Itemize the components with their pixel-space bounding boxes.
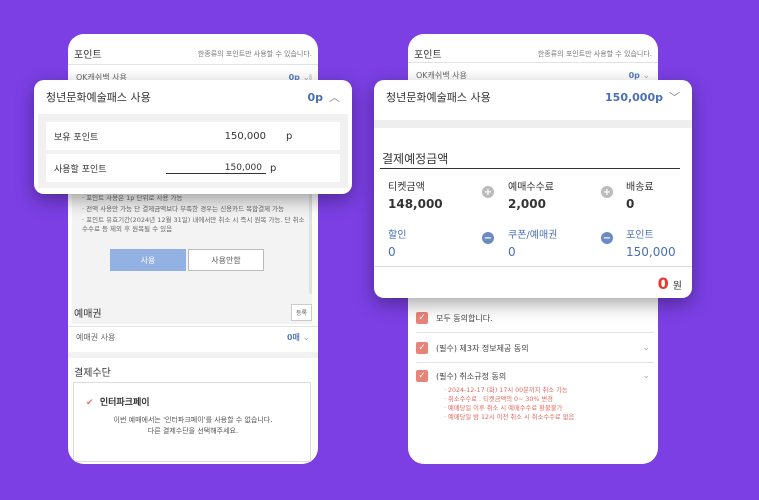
total-value: 0 bbox=[657, 274, 669, 293]
point-use-toggle: 사용 사용안함 bbox=[110, 249, 264, 271]
point-section-note: 한종류의 포인트만 사용할 수 있습니다. bbox=[537, 49, 652, 58]
point-label: 포인트 bbox=[626, 230, 654, 241]
agree-third-party-row[interactable]: ✓ (필수) 제3자 정보제공 동의 ⌄ bbox=[408, 342, 658, 354]
coupon-item: 쿠폰/예매권 0 bbox=[508, 226, 557, 259]
ticket-section-title: 예매권 bbox=[74, 309, 102, 320]
divider bbox=[416, 362, 654, 363]
point-value: 150,000 bbox=[626, 245, 676, 259]
youth-art-pass-popup: 청년문화예술패스 사용 0p ︿ 보유 포인트 150,000 p 사용할 포인트… bbox=[34, 80, 352, 194]
cancel-note: · 예매당일 이후 취소 시 예매수수료 환불불가 bbox=[444, 405, 563, 413]
divider bbox=[374, 266, 692, 267]
agree-cancel-policy-label: (필수) 취소규정 동의 bbox=[436, 371, 507, 381]
payment-method-desc: 다른 결제수단을 선택해주세요. bbox=[147, 426, 239, 435]
total-unit: 원 bbox=[672, 281, 682, 292]
booking-fee-value: 2,000 bbox=[508, 197, 546, 211]
shipping-item: 배송료 0 bbox=[626, 178, 654, 211]
check-icon: ✔ bbox=[86, 398, 94, 408]
payment-method-name: 인터파크페이 bbox=[99, 398, 150, 408]
cancel-note: · 2024-12-17 (화) 17시 00분까지 취소 가능 bbox=[444, 387, 568, 394]
use-points-label: 사용할 포인트 bbox=[54, 164, 107, 175]
youth-art-pass-title: 청년문화예술패스 사용 bbox=[46, 91, 151, 104]
chevron-down-icon[interactable]: ⌄ bbox=[642, 343, 650, 353]
agree-cancel-policy-row[interactable]: ✓ (필수) 취소규정 동의 ⌄ bbox=[408, 370, 658, 382]
cancel-policy-notes: · 2024-12-17 (화) 17시 00분까지 취소 가능 · 취소수수료… bbox=[444, 386, 574, 423]
chevron-up-icon[interactable]: ︿ bbox=[329, 91, 340, 104]
coupon-label: 쿠폰/예매권 bbox=[508, 230, 558, 241]
note-line: · 포인트 유효기간(2024년 12월 31일) 내에서만 취소 시 즉시 원… bbox=[82, 215, 305, 234]
ticket-use-label: 예매권 사용 bbox=[76, 333, 116, 342]
chevron-down-icon: ⌄ bbox=[302, 333, 310, 343]
ticket-section-header: 예매권 등록 bbox=[68, 304, 318, 321]
youth-art-pass-value: 150,000p bbox=[605, 91, 663, 104]
booking-fee-label: 예매수수료 bbox=[508, 182, 554, 193]
no-use-button[interactable]: 사용안함 bbox=[188, 249, 264, 271]
register-button[interactable]: 등록 bbox=[290, 304, 312, 321]
youth-art-pass-header[interactable]: 청년문화예술패스 사용 0p ︿ bbox=[34, 80, 352, 114]
ticket-use-row[interactable]: 예매권 사용 0매 ⌄ bbox=[68, 332, 318, 343]
ok-cashbag-value: 0p bbox=[628, 70, 640, 80]
payment-section-title: 결제수단 bbox=[74, 368, 111, 379]
agree-all-row[interactable]: ✓ 모두 동의합니다. bbox=[408, 312, 658, 324]
youth-art-pass-header[interactable]: 청년문화예술패스 사용 150,000p ﹀ bbox=[374, 80, 692, 114]
point-section-note: 한종류의 포인트만 사용할 수 있습니다. bbox=[197, 49, 312, 58]
divider bbox=[380, 168, 680, 169]
divider bbox=[68, 64, 318, 65]
section-gap bbox=[374, 120, 692, 128]
discount-label: 할인 bbox=[388, 230, 407, 241]
held-points-unit: p bbox=[286, 130, 293, 142]
held-points-row: 보유 포인트 150,000 p bbox=[46, 122, 340, 150]
checkbox-checked-icon[interactable]: ✓ bbox=[416, 370, 428, 382]
ticket-price-value: 148,000 bbox=[388, 197, 443, 211]
ticket-use-value: 0매 bbox=[286, 333, 300, 342]
minus-icon: − bbox=[601, 232, 613, 244]
agree-all-label: 모두 동의합니다. bbox=[436, 313, 493, 323]
coupon-value: 0 bbox=[508, 245, 516, 259]
minus-icon: − bbox=[482, 232, 494, 244]
page-background: { "left_phone": { "point_section_title":… bbox=[0, 0, 759, 500]
youth-art-pass-value: 0p bbox=[307, 91, 323, 104]
note-line: · 전액 사용만 가능 단 결제금액보다 부족한 경우는 신용카드 복합결제 가… bbox=[82, 204, 285, 213]
youth-art-pass-title: 청년문화예술패스 사용 bbox=[386, 91, 491, 104]
payment-method-desc: 이번 예매에서는 '인터파크페이'를 사용할 수 없습니다. bbox=[113, 416, 273, 424]
checkbox-checked-icon[interactable]: ✓ bbox=[416, 312, 428, 324]
point-usage-notes: · 포인트 사용은 1p 단위로 사용 가능 · 전액 사용만 가능 단 결제금… bbox=[82, 194, 307, 236]
payment-title: 결제예정금액 bbox=[382, 152, 449, 166]
agree-third-party-label: (필수) 제3자 정보제공 동의 bbox=[436, 343, 529, 353]
use-points-unit: p bbox=[270, 162, 277, 174]
point-section-header: 포인트 한종류의 포인트만 사용할 수 있습니다. bbox=[68, 46, 318, 62]
payment-method-box[interactable]: ✔ 인터파크페이 이번 예매에서는 '인터파크페이'를 사용할 수 없습니다. … bbox=[73, 382, 311, 462]
use-points-input[interactable]: 150,000 bbox=[166, 163, 266, 174]
note-line: · 포인트 사용은 1p 단위로 사용 가능 bbox=[82, 194, 183, 202]
plus-icon: + bbox=[482, 186, 494, 198]
section-gap bbox=[68, 352, 318, 358]
shipping-label: 배송료 bbox=[626, 182, 654, 193]
divider bbox=[408, 62, 658, 63]
divider bbox=[68, 326, 318, 327]
chevron-down-icon[interactable]: ﹀ bbox=[669, 91, 680, 104]
cancel-note: · 예매당일 밤 12시 이전 취소 시 취소수수료 없음 bbox=[444, 414, 575, 422]
discount-item: 할인 0 bbox=[388, 226, 406, 259]
discount-value: 0 bbox=[388, 245, 396, 259]
held-points-value: 150,000 bbox=[224, 130, 266, 142]
point-section-header: 포인트 한종류의 포인트만 사용할 수 있습니다. bbox=[408, 46, 658, 62]
point-section-title: 포인트 bbox=[74, 50, 102, 61]
point-section-title: 포인트 bbox=[414, 50, 442, 61]
shipping-value: 0 bbox=[626, 197, 635, 211]
total-amount: 0 원 bbox=[658, 274, 682, 293]
cancel-note: · 취소수수료 : 티켓금액의 0~ 30% 변경 bbox=[444, 396, 553, 404]
chevron-down-icon: ⌄ bbox=[642, 70, 650, 81]
divider bbox=[416, 332, 654, 333]
point-item: 포인트 150,000 bbox=[626, 226, 676, 259]
ticket-price-label: 티켓금액 bbox=[388, 182, 425, 193]
chevron-down-icon[interactable]: ⌄ bbox=[642, 371, 650, 381]
ticket-price-item: 티켓금액 148,000 bbox=[388, 178, 443, 211]
checkbox-checked-icon[interactable]: ✓ bbox=[416, 342, 428, 354]
use-button[interactable]: 사용 bbox=[110, 249, 186, 271]
plus-icon: + bbox=[601, 186, 613, 198]
held-points-label: 보유 포인트 bbox=[54, 132, 99, 143]
payment-section-header: 결제수단 bbox=[68, 364, 318, 379]
use-points-row: 사용할 포인트 150,000 p bbox=[46, 154, 340, 182]
payment-summary-popup: 청년문화예술패스 사용 150,000p ﹀ 결제예정금액 티켓금액 148,00… bbox=[374, 80, 692, 298]
booking-fee-item: 예매수수료 2,000 bbox=[508, 178, 554, 211]
